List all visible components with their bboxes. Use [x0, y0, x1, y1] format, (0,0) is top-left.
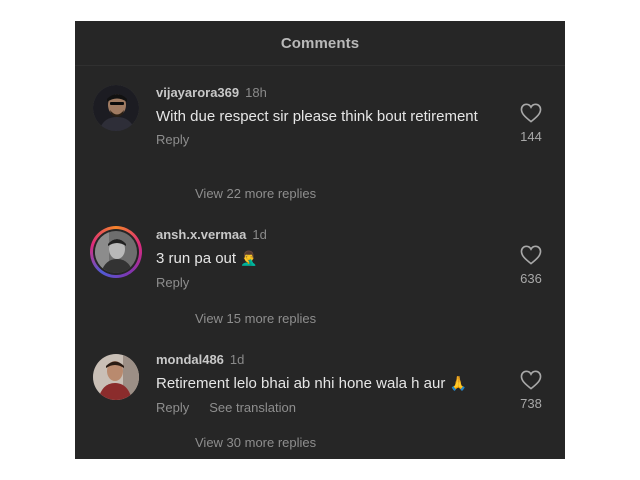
reply-button[interactable]: Reply [156, 275, 189, 290]
view-replies-link[interactable]: View 15 more replies [195, 311, 316, 326]
comment-meta: ansh.x.vermaa 1d [156, 227, 486, 243]
like-control: 144 [505, 103, 557, 144]
comment-actions: Reply [156, 275, 486, 290]
comment-meta: vijayarora369 18h [156, 85, 486, 101]
comment-meta: mondal486 1d [156, 352, 501, 368]
reply-button[interactable]: Reply [156, 400, 189, 415]
like-control: 636 [505, 245, 557, 286]
comment-time: 18h [245, 85, 267, 100]
comment-username[interactable]: vijayarora369 [156, 85, 239, 100]
comment-text: Retirement lelo bhai ab nhi hone wala h … [156, 374, 501, 394]
comments-panel: Comments vijayarora369 18h With due respe… [75, 21, 565, 459]
comment-time: 1d [252, 227, 267, 242]
folded-hands-emoji: 🙏 [449, 376, 467, 392]
comment-body: vijayarora369 18h With due respect sir pl… [156, 85, 486, 147]
view-replies-link[interactable]: View 30 more replies [195, 435, 316, 450]
heart-outline-icon[interactable] [520, 103, 542, 123]
avatar-image [93, 85, 139, 131]
comment-username[interactable]: mondal486 [156, 352, 224, 367]
comment-body: ansh.x.vermaa 1d 3 run pa out 🤦‍♂️ Reply [156, 227, 486, 290]
comment-username[interactable]: ansh.x.vermaa [156, 227, 246, 242]
comment-time: 1d [229, 352, 245, 367]
view-replies-link[interactable]: View 22 more replies [195, 186, 316, 201]
heart-outline-icon[interactable] [520, 245, 542, 265]
like-count: 636 [520, 271, 542, 286]
comment-text-content: Retirement lelo bhai ab nhi hone wala h … [156, 375, 446, 392]
facepalm-emoji: 🤦‍♂️ [240, 251, 258, 267]
like-control: 738 [505, 370, 557, 411]
reply-button[interactable]: Reply [156, 132, 189, 147]
avatar-image [95, 231, 137, 273]
page-title: Comments [280, 34, 360, 52]
avatar[interactable] [93, 85, 139, 131]
comment-actions: Reply See translation [156, 400, 501, 415]
comment-actions: Reply [156, 132, 486, 147]
avatar[interactable] [93, 354, 139, 400]
avatar-image [93, 354, 139, 400]
comment-text: With due respect sir please think bout r… [156, 108, 478, 125]
comments-header: Comments [75, 21, 565, 66]
like-count: 738 [520, 396, 542, 411]
avatar[interactable] [90, 226, 142, 278]
like-count: 144 [520, 129, 542, 144]
comment-body: mondal486 1d Retirement lelo bhai ab nhi … [156, 352, 501, 415]
see-translation-button[interactable]: See translation [209, 400, 296, 415]
heart-outline-icon[interactable] [520, 370, 542, 390]
comment-text: 3 run pa out 🤦‍♂️ [156, 249, 486, 269]
comment-text-content: 3 run pa out [156, 250, 237, 267]
